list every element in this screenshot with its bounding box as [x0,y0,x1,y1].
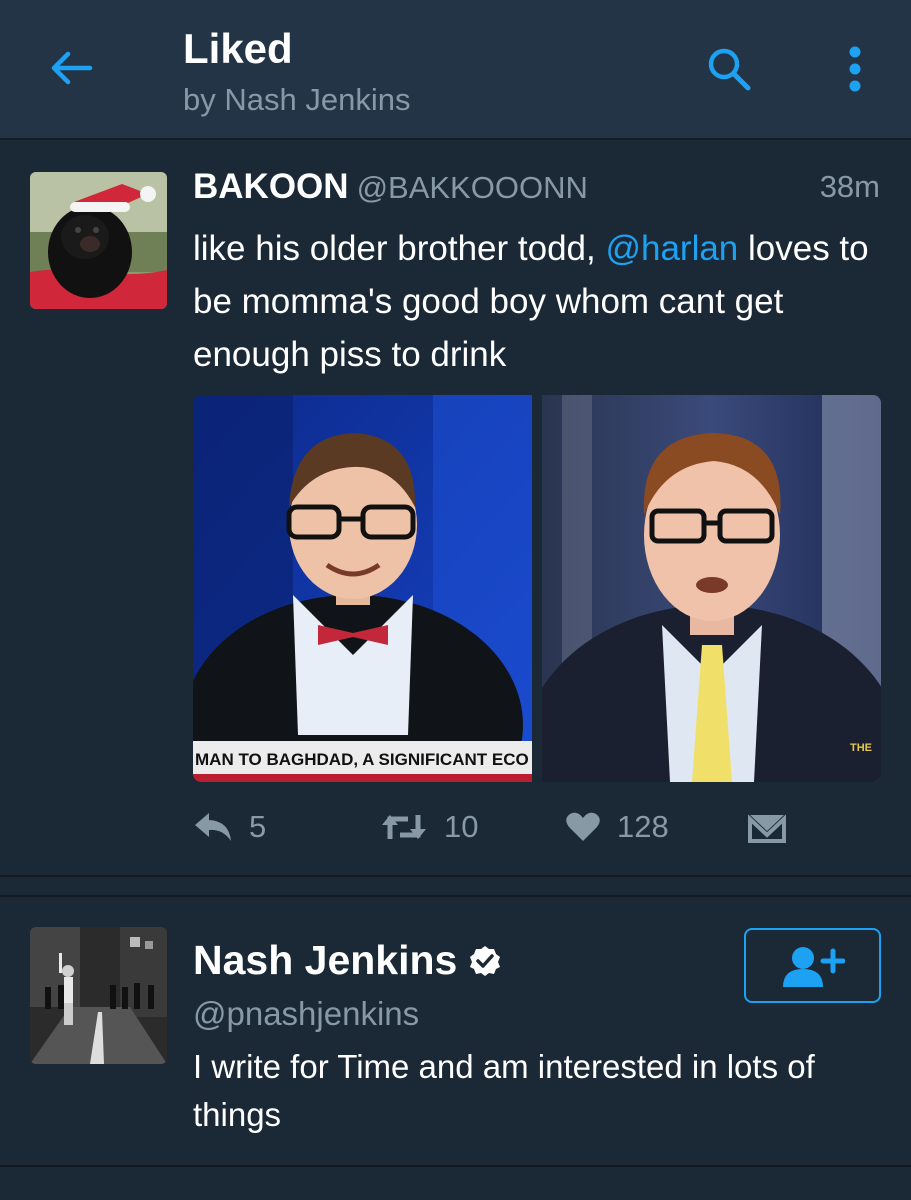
tweet-mention-link[interactable]: @harlan [605,229,738,268]
media-left-caption: MAN TO BAGHDAD, A SIGNIFICANT ECO [195,750,529,769]
search-icon [708,48,751,91]
tweet-item[interactable]: BAKOON @BAKKOOONN 38m like his older brot… [0,142,911,877]
news-pundit-photo: THE [542,395,881,782]
retweet-icon [382,815,426,839]
heart-icon [566,812,600,841]
news-anchor-photo: MAN TO BAGHDAD, A SIGNIFICANT ECO [193,395,532,782]
tweet-media-left[interactable]: MAN TO BAGHDAD, A SIGNIFICANT ECO [193,395,532,782]
follow-user-icon [782,946,845,987]
page-subtitle: by Nash Jenkins [183,82,411,117]
envelope-icon [748,814,786,843]
search-button[interactable] [700,40,758,98]
list-bottom-area [0,1167,911,1200]
tweet-media-right[interactable]: THE [542,395,881,782]
tweet-actions: 5 10 128 [193,802,883,852]
tweet-avatar[interactable] [30,172,167,309]
direct-message-button[interactable] [748,802,786,852]
list-divider [0,877,911,895]
user-avatar[interactable] [30,927,167,1064]
follow-button[interactable] [744,928,881,1003]
tweet-text: like his older brother todd, @harlan lov… [193,222,893,381]
tweet-timestamp: 38m [819,169,880,204]
user-display-name[interactable]: Nash Jenkins [193,937,457,984]
media-right-caption: THE [850,742,872,754]
verified-badge-icon [470,945,501,976]
title-block: Liked by Nash Jenkins [183,24,410,122]
tweet-text-part1: like his older brother todd, [193,229,606,268]
street-photo-avatar-image [30,927,167,1064]
retweet-button[interactable]: 10 [380,802,478,852]
tweet-author-name[interactable]: BAKOON [193,167,349,206]
page-title: Liked [183,25,293,72]
like-count: 128 [617,809,669,844]
like-button[interactable]: 128 [565,802,669,852]
user-handle[interactable]: @pnashjenkins [193,995,419,1033]
more-options-button[interactable] [830,40,880,98]
reply-button[interactable]: 5 [193,802,266,852]
retweet-count: 10 [444,809,479,844]
back-button[interactable] [44,40,100,96]
tweet-author-handle[interactable]: @BAKKOOONN [357,170,588,205]
user-bio: I write for Time and am interested in lo… [193,1048,815,1133]
dog-santa-hat-avatar-image [30,172,167,309]
reply-icon [195,813,231,841]
user-card[interactable]: Nash Jenkins @pnashjenkins I write for T… [0,895,911,1167]
user-name-row: Nash Jenkins [193,937,501,984]
reply-count: 5 [249,809,267,844]
top-app-bar: Liked by Nash Jenkins [0,0,911,140]
more-vertical-icon [849,46,861,92]
arrow-left-icon [51,51,93,85]
tweet-header: BAKOON @BAKKOOONN 38m [193,167,883,211]
